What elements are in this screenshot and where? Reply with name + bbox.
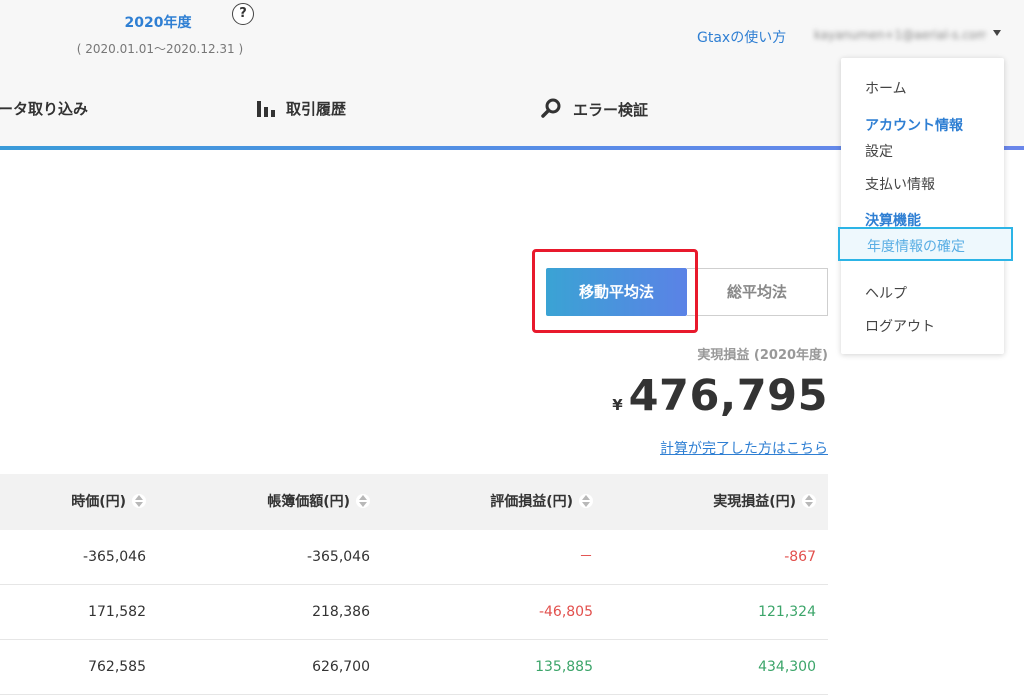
realized-pl-value: 476,795 (628, 371, 828, 421)
cell-realized-pl: 434,300 (758, 659, 816, 675)
cell-realized-pl: -867 (784, 549, 816, 565)
help-question-icon[interactable]: ? (232, 3, 254, 25)
bar-chart-icon (257, 101, 275, 117)
nav-error-check-label: エラー検証 (573, 101, 649, 119)
sort-icon[interactable] (132, 494, 146, 508)
table-row: 762,585 626,700 135,885 434,300 (0, 640, 828, 695)
account-email-menu[interactable]: kayanumen+1@aerial-s.com (814, 28, 986, 44)
caret-down-icon[interactable] (993, 30, 1001, 36)
nav-data-import-label: ータ取り込み (0, 100, 89, 118)
menu-section-account: アカウント情報 (865, 118, 963, 134)
cell-market-value: 171,582 (88, 604, 146, 620)
fiscal-year-title[interactable]: 2020年度 (110, 12, 206, 32)
column-unrealized-pl-label: 評価損益(円) (490, 494, 573, 510)
cell-unrealized-pl: － (579, 549, 593, 565)
sort-icon[interactable] (356, 494, 370, 508)
menu-item-settings[interactable]: 設定 (865, 141, 893, 161)
column-book-value-label: 帳簿価額(円) (267, 494, 350, 510)
cell-book-value: -365,046 (307, 549, 370, 565)
table-row: -365,046 -365,046 － -867 (0, 530, 828, 585)
table-header: 時価(円) 帳簿価額(円) 評価損益(円) 実現損益(円) (0, 474, 828, 530)
cell-realized-pl: 121,324 (758, 604, 816, 620)
column-market-value-label: 時価(円) (71, 494, 126, 510)
cell-unrealized-pl: 135,885 (535, 659, 593, 675)
realized-pl-total: ¥476,795 (612, 371, 828, 421)
menu-item-logout[interactable]: ログアウト (865, 316, 935, 336)
menu-item-home[interactable]: ホーム (865, 78, 907, 98)
total-average-button[interactable]: 総平均法 (687, 268, 828, 316)
column-realized-pl-label: 実現損益(円) (713, 494, 796, 510)
column-book-value[interactable]: 帳簿価額(円) (267, 474, 370, 530)
cell-unrealized-pl: -46,805 (538, 604, 593, 620)
table-row: 171,582 218,386 -46,805 121,324 (0, 585, 828, 640)
currency-symbol: ¥ (612, 396, 623, 414)
annotation-highlight-box (532, 249, 698, 333)
sort-icon[interactable] (802, 494, 816, 508)
nav-transaction-history[interactable]: 取引履歴 (256, 98, 346, 119)
menu-item-confirm-year-label: 年度情報の確定 (867, 239, 965, 255)
calculation-complete-link[interactable]: 計算が完了した方はこちら (660, 438, 828, 458)
realized-pl-label: 実現損益 (2020年度) (697, 348, 828, 363)
column-unrealized-pl[interactable]: 評価損益(円) (490, 474, 593, 530)
cell-book-value: 626,700 (312, 659, 370, 675)
sort-icon[interactable] (579, 494, 593, 508)
account-dropdown-menu: ホーム アカウント情報 設定 支払い情報 決算機能 ヘルプ ログアウト (841, 58, 1004, 354)
column-realized-pl[interactable]: 実現損益(円) (713, 474, 816, 530)
column-market-value[interactable]: 時価(円) (71, 474, 146, 530)
cell-market-value: -365,046 (83, 549, 146, 565)
cell-market-value: 762,585 (88, 659, 146, 675)
howto-link[interactable]: Gtaxの使い方 (697, 27, 786, 47)
nav-transaction-history-label: 取引履歴 (286, 100, 347, 118)
cell-book-value: 218,386 (312, 604, 370, 620)
menu-item-confirm-year[interactable]: 年度情報の確定 (838, 227, 1013, 261)
fiscal-year-range: ( 2020.01.01～2020.12.31 ) (76, 42, 244, 56)
menu-item-help[interactable]: ヘルプ (865, 283, 907, 303)
nav-error-check[interactable]: エラー検証 (541, 98, 648, 120)
app-root: 2020年度 ( 2020.01.01～2020.12.31 ) ? Gtaxの… (0, 0, 1024, 695)
nav-data-import[interactable]: ータ取り込み (0, 98, 88, 119)
menu-item-payment[interactable]: 支払い情報 (865, 174, 935, 194)
magnifier-icon (541, 98, 561, 118)
